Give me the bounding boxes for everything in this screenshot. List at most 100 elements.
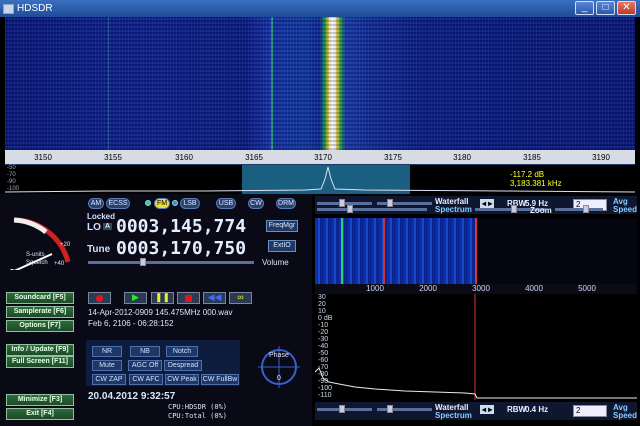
volume-slider[interactable]: [88, 258, 254, 266]
zoom-control-bar: Zoom: [315, 204, 637, 215]
play-button[interactable]: ▶: [124, 292, 147, 304]
samplerate-button[interactable]: Samplerate [F6]: [6, 306, 74, 318]
info-update-button[interactable]: Info / Update [F9]: [6, 344, 74, 356]
mode-ecss-button[interactable]: ECSS: [106, 198, 130, 209]
app-icon: [3, 3, 14, 14]
slider-knob[interactable]: [387, 405, 393, 413]
zoom-waterfall-signal: [315, 218, 475, 284]
bottom-control-bar: Waterfall Spectrum ◂ ▸ RBW 0.4 Hz 2 Avg …: [315, 402, 637, 420]
window-title: HDSDR: [17, 3, 53, 14]
cpu-hdsdr: CPU:HDSDR (0%): [168, 403, 228, 411]
stop-button[interactable]: [177, 292, 200, 304]
s-units-label: S-units: [26, 252, 45, 258]
minimize-window-button[interactable]: _: [575, 1, 594, 15]
phase-indicator: Phase 0: [256, 344, 302, 390]
zoom-waterfall[interactable]: [315, 218, 637, 284]
volume-slider-knob[interactable]: [140, 258, 146, 266]
despread-button[interactable]: Despread: [164, 360, 202, 371]
lo-a-button[interactable]: A: [103, 223, 113, 230]
hdsdr-window: HDSDR _ □ ✕ 3150 3155 3160 3165 3170 317…: [0, 0, 640, 426]
smeter-plus40: +40: [54, 261, 65, 267]
mode-lsb-button[interactable]: LSB: [180, 198, 200, 209]
nr-button[interactable]: NR: [92, 346, 122, 357]
agc-button[interactable]: AGC Off: [128, 360, 162, 371]
zoom-spectrum[interactable]: 30 20 10 0 dB -10 -20 -30 -40 -50 -60 -7…: [315, 294, 637, 400]
title-bar: HDSDR _ □ ✕: [0, 0, 640, 17]
rbw-label: RBW: [507, 405, 527, 414]
mode-am-button[interactable]: AM: [88, 198, 104, 209]
waterfall-signal-trace: [108, 17, 109, 150]
options-button[interactable]: Options [F7]: [6, 320, 74, 332]
readout-khz: 3,183.381 kHz: [510, 179, 562, 188]
zoom-tick: 5000: [578, 284, 596, 293]
stop-icon: [185, 294, 192, 302]
smeter-plus20: +20: [60, 242, 71, 248]
notch-button[interactable]: Notch: [166, 346, 198, 357]
close-window-button[interactable]: ✕: [617, 1, 636, 15]
zoom-tick: 2000: [419, 284, 437, 293]
maximize-window-button[interactable]: □: [596, 1, 615, 15]
exit-button[interactable]: Exit [F4]: [6, 408, 74, 420]
tune-label: Tune: [87, 244, 111, 255]
speed-slider[interactable]: [555, 205, 603, 213]
zoom-spectrum-trace: [315, 294, 637, 400]
recording-time: Feb 6, 2106 - 06:28:152: [88, 319, 174, 328]
freq-tick: 3180: [453, 153, 471, 162]
soundcard-button[interactable]: Soundcard [F5]: [6, 292, 74, 304]
zoom-label: Zoom: [530, 206, 552, 215]
mode-drm-button[interactable]: DRM: [276, 198, 296, 209]
zoom-panel: Waterfall Spectrum ◂ ▸ RBW 5.9 Hz 2 Avg …: [312, 194, 640, 426]
cw-afc-button[interactable]: CW AFC: [129, 374, 163, 385]
status-datetime: 20.04.2012 9:32:57: [88, 391, 176, 402]
freq-tick: 3175: [384, 153, 402, 162]
waterfall-signal-trace: [341, 218, 343, 284]
mute-button[interactable]: Mute: [92, 360, 122, 371]
full-screen-button[interactable]: Full Screen [F11]: [6, 356, 74, 368]
freq-tick: 3160: [175, 153, 193, 162]
loop-button[interactable]: ∞: [229, 292, 252, 304]
phase-label: Phase: [269, 352, 289, 359]
rewind-button[interactable]: ◀◀: [203, 292, 226, 304]
zoom-frequency-scale: 1000 2000 3000 4000 5000: [315, 284, 637, 294]
zoom-tick: 4000: [525, 284, 543, 293]
pause-button[interactable]: ❚❚: [151, 292, 174, 304]
frequency-scale[interactable]: 3150 3155 3160 3165 3170 3175 3180 3185 …: [5, 150, 635, 164]
mode-indicator-icon: [145, 200, 151, 206]
cpu-total: CPU:Total (0%): [168, 412, 228, 420]
waterfall-slider[interactable]: [317, 405, 372, 413]
avg-select[interactable]: 2: [573, 405, 607, 417]
record-button[interactable]: [88, 292, 111, 304]
phase-value: 0: [277, 375, 281, 382]
lo-frequency-display[interactable]: 0003,145,774: [116, 216, 246, 237]
cw-zap-button[interactable]: CW ZAP: [92, 374, 126, 385]
tune-frequency-display[interactable]: 0003,170,750: [116, 238, 246, 259]
freq-mgr-button[interactable]: FreqMgr: [266, 220, 298, 232]
readout-db: -117.2 dB: [510, 170, 545, 179]
nb-button[interactable]: NB: [130, 346, 160, 357]
freq-tick: 3185: [523, 153, 541, 162]
freq-tick: 3150: [34, 153, 52, 162]
mode-cw-button[interactable]: CW: [248, 198, 264, 209]
mode-usb-button[interactable]: USB: [216, 198, 236, 209]
mode-indicator-icon: [172, 200, 178, 206]
slider-knob[interactable]: [339, 405, 345, 413]
waterfall-slider[interactable]: [377, 405, 432, 413]
cw-peak-button[interactable]: CW Peak: [165, 374, 199, 385]
mode-fm-button[interactable]: FM: [154, 198, 170, 209]
rbw-arrows[interactable]: ◂ ▸: [480, 405, 495, 414]
slider-knob[interactable]: [347, 205, 353, 213]
slider-knob[interactable]: [583, 205, 589, 213]
freq-tick: 3155: [104, 153, 122, 162]
extio-button[interactable]: ExtIO: [268, 240, 296, 252]
main-spectrum[interactable]: -50 -70 -90 -100 -117.2 dB 3,183.381 kHz: [5, 164, 635, 195]
main-waterfall[interactable]: [5, 17, 635, 150]
freq-tick: 3170: [314, 153, 332, 162]
minimize-button[interactable]: Minimize [F3]: [6, 394, 74, 406]
freq-tick: 3165: [245, 153, 263, 162]
cw-fullbw-button[interactable]: CW FullBw: [201, 374, 239, 385]
play-icon: ▶: [132, 292, 139, 302]
slider-knob[interactable]: [511, 205, 517, 213]
s-meter: S-units Squelch +20 +40: [6, 210, 76, 275]
loop-icon: ∞: [237, 292, 244, 302]
spectrum-slider[interactable]: [317, 205, 427, 213]
